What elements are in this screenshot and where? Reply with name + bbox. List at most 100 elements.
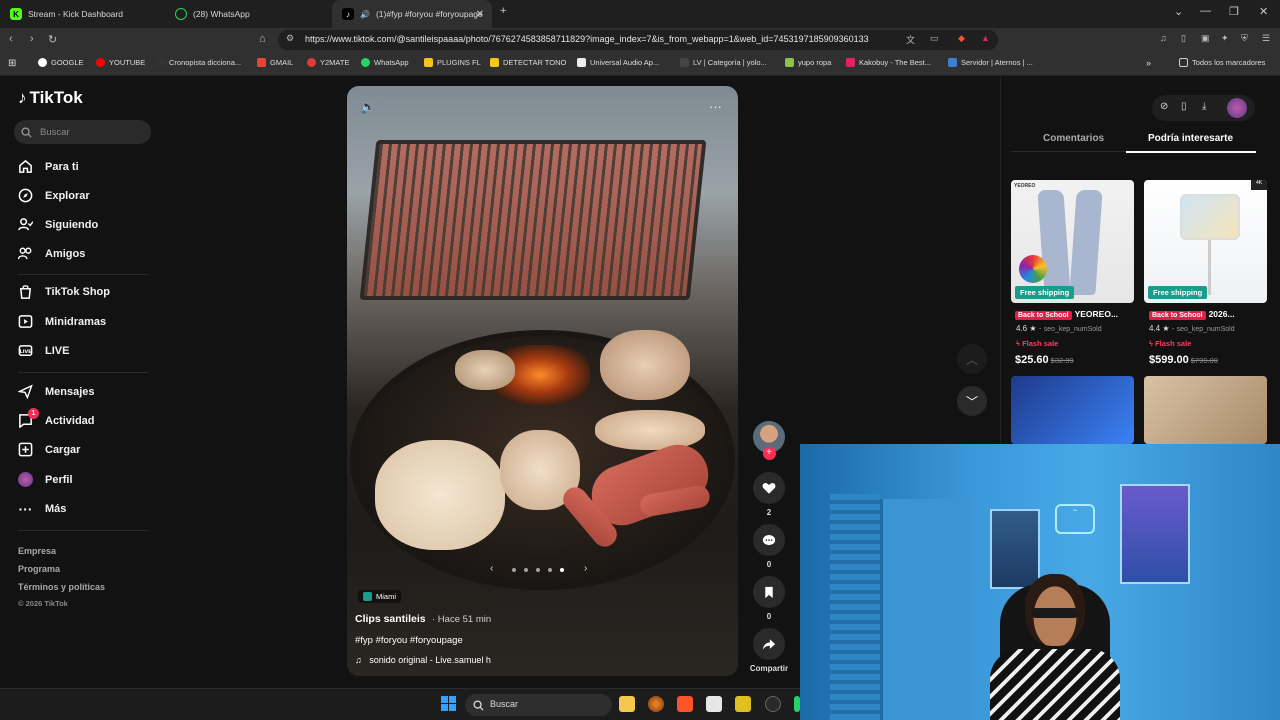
site-info-icon[interactable]: ⚙: [286, 33, 294, 44]
author-avatar-button[interactable]: +: [753, 421, 785, 460]
carousel-dot[interactable]: [548, 568, 552, 572]
device-icon[interactable]: ▯: [1181, 101, 1187, 112]
sidebar-item-minidramas[interactable]: Minidramas: [18, 314, 106, 329]
reload-icon[interactable]: ↻: [48, 33, 57, 46]
sidebar-icon[interactable]: ▯: [1181, 33, 1186, 44]
leo-icon[interactable]: ✦: [1221, 33, 1229, 44]
follow-plus-icon[interactable]: +: [762, 447, 776, 460]
bookmark-gmail[interactable]: GMAIL: [257, 58, 293, 67]
tab-comentarios[interactable]: Comentarios: [1043, 133, 1104, 144]
bookmark-y2mate[interactable]: Y2MATE: [307, 58, 349, 67]
brave-shield-icon[interactable]: ◆: [958, 33, 965, 44]
forward-icon[interactable]: ›: [30, 33, 34, 45]
bookmark-plugins[interactable]: PLUGINS FL: [424, 58, 481, 67]
footer-link-terminos[interactable]: Términos y políticas: [18, 582, 105, 592]
product-card-image[interactable]: 4K: [1144, 180, 1267, 303]
sidebar-item-cargar[interactable]: Cargar: [18, 442, 80, 457]
bookmark-aternos[interactable]: Servidor | Aternos | ...: [948, 58, 1033, 67]
whatsapp-icon[interactable]: [794, 696, 800, 712]
bookmark-yupo[interactable]: yupo ropa: [785, 58, 831, 67]
back-icon[interactable]: ‹: [9, 33, 13, 45]
sidebar-item-actividad[interactable]: 1 Actividad: [18, 408, 95, 428]
new-tab-icon[interactable]: +: [500, 5, 506, 17]
vpn-icon[interactable]: ⛨: [1241, 33, 1248, 44]
sticky-notes-icon[interactable]: [735, 696, 751, 712]
bookmark-icon[interactable]: ⌂: [259, 33, 266, 45]
carousel-dot[interactable]: [524, 568, 528, 572]
previous-video-button[interactable]: ︿: [957, 344, 987, 374]
bookmark-youtube[interactable]: YOUTUBE: [96, 58, 145, 67]
bookmark-detectar[interactable]: DETECTAR TONO: [490, 58, 566, 67]
carousel-dot[interactable]: [512, 568, 516, 572]
brave-icon[interactable]: [677, 696, 693, 712]
sidebar-item-tiktok-shop[interactable]: TikTok Shop: [18, 284, 110, 299]
taskbar-search-input[interactable]: [465, 694, 612, 716]
calculator-icon[interactable]: [706, 696, 722, 712]
tiktok-logo[interactable]: ♪ TikTok: [18, 88, 83, 108]
sidebar-item-para-ti[interactable]: Para ti: [18, 159, 79, 174]
search-input[interactable]: [14, 120, 151, 144]
windows-start-icon[interactable]: [441, 696, 456, 711]
avatar[interactable]: [1227, 98, 1247, 118]
more-options-icon[interactable]: ···: [709, 99, 722, 114]
bookmark-all[interactable]: Todos los marcadores: [1179, 58, 1265, 67]
product-title[interactable]: Back to School 2026...: [1149, 309, 1235, 320]
translate-icon[interactable]: 文: [906, 33, 915, 46]
bookmark-whatsapp[interactable]: WhatsApp: [361, 58, 409, 67]
share-button[interactable]: Compartir: [749, 628, 789, 673]
product-title[interactable]: Back to School YEOREO...: [1015, 309, 1118, 320]
maximize-icon[interactable]: ❐: [1229, 5, 1239, 18]
bookmark-cronopista[interactable]: Cronopista dicciona...: [156, 58, 241, 67]
sidebar-item-live[interactable]: LIVE LIVE: [18, 343, 69, 358]
sidebar-item-perfil[interactable]: Perfil: [18, 472, 73, 487]
bookmark-lv[interactable]: LV | Categoría | yolo...: [680, 58, 767, 67]
tab-podria-interesarte[interactable]: Podría interesarte: [1148, 133, 1233, 144]
audio-icon[interactable]: 🔊: [360, 10, 370, 19]
carousel-dot-active[interactable]: [560, 568, 564, 572]
rewards-icon[interactable]: ▲: [981, 33, 990, 43]
comment-button[interactable]: 0: [753, 524, 785, 569]
product-card-image[interactable]: [1144, 376, 1267, 444]
sidebar-item-explorar[interactable]: Explorar: [18, 188, 90, 203]
file-explorer-icon[interactable]: [619, 696, 635, 712]
product-card-image[interactable]: YEOREO: [1011, 180, 1134, 303]
bookmark-uaudio[interactable]: Universal Audio Ap...: [577, 58, 659, 67]
wallet-icon[interactable]: ▣: [1201, 33, 1210, 44]
sidebar-item-mensajes[interactable]: Mensajes: [18, 384, 95, 399]
footer-link-empresa[interactable]: Empresa: [18, 546, 56, 556]
sidebar-item-siguiendo[interactable]: Siguiendo: [18, 217, 98, 232]
media-icon[interactable]: ♫: [1160, 33, 1167, 43]
tab-whatsapp[interactable]: (28) WhatsApp: [165, 0, 330, 28]
bookmark-kakobuy[interactable]: Kakobuy - The Best...: [846, 58, 931, 67]
save-button[interactable]: 0: [753, 576, 785, 621]
close-icon[interactable]: ✕: [476, 9, 484, 20]
download-icon[interactable]: ⤓: [1202, 101, 1206, 112]
sidebar-item-mas[interactable]: ··· Más: [18, 501, 67, 517]
obs-icon[interactable]: [765, 696, 781, 712]
tab-kick[interactable]: K Stream - Kick Dashboard: [0, 0, 165, 28]
next-video-button[interactable]: ﹀: [957, 386, 987, 416]
product-card-image[interactable]: [1011, 376, 1134, 444]
location-tag[interactable]: Miami: [358, 590, 401, 603]
cast-icon[interactable]: ▭: [930, 33, 939, 44]
minimize-icon[interactable]: —: [1200, 5, 1211, 17]
post-hashtags[interactable]: #fyp #foryou #foryoupage: [355, 635, 463, 646]
footer-link-programa[interactable]: Programa: [18, 564, 60, 574]
chevron-down-icon[interactable]: ⌄: [1174, 5, 1183, 18]
bookmark-google[interactable]: GOOGLE: [38, 58, 84, 67]
app-icon[interactable]: [648, 696, 664, 712]
carousel-next-icon[interactable]: ›: [584, 563, 587, 574]
window-close-icon[interactable]: ✕: [1259, 5, 1268, 18]
menu-icon[interactable]: ☰: [1262, 33, 1270, 44]
carousel-prev-icon[interactable]: ‹: [490, 563, 493, 574]
sidebar-item-amigos[interactable]: Amigos: [18, 246, 85, 261]
carousel-dot[interactable]: [536, 568, 540, 572]
compass-icon[interactable]: ⊘: [1160, 101, 1168, 112]
tab-tiktok[interactable]: ♪ 🔊 (1)#fyp #foryou #foryoupage ✕: [332, 0, 492, 28]
post-author[interactable]: Clips santileis: [355, 613, 426, 625]
volume-icon[interactable]: 🔈: [360, 99, 376, 115]
apps-icon[interactable]: ⊞: [8, 58, 16, 69]
like-button[interactable]: 2: [753, 472, 785, 517]
more-bookmarks-icon[interactable]: »: [1146, 58, 1151, 68]
post-sound[interactable]: ♫ sonido original - Live.samuel h: [355, 655, 491, 665]
